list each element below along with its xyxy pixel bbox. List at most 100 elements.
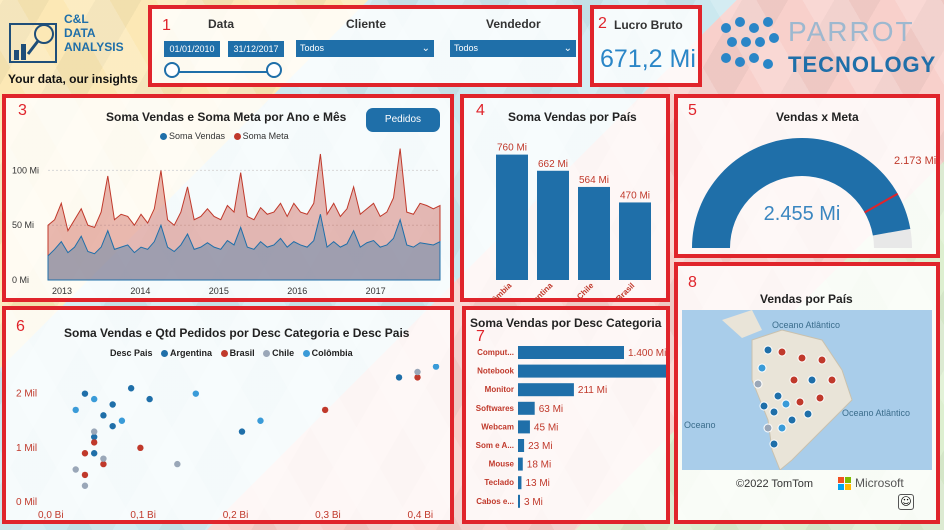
- legend-argentina: Argentina: [170, 348, 213, 358]
- analysis-icon: [9, 23, 57, 63]
- sales-goal-panel: 3 Soma Vendas e Soma Meta por Ano e Mês …: [2, 94, 454, 302]
- category-bar[interactable]: [518, 476, 522, 490]
- map-marker[interactable]: [817, 355, 827, 365]
- scatter-y-tick: 1 Mil: [16, 443, 37, 454]
- scatter-point[interactable]: [109, 422, 116, 430]
- map-marker[interactable]: [777, 347, 787, 357]
- x-tick-label: 2015: [209, 286, 229, 296]
- category-value-label: 211 Mi: [578, 385, 607, 396]
- scatter-x-tick: 0,1 Bi: [130, 510, 156, 521]
- date-slider-start-handle[interactable]: [164, 62, 180, 78]
- map-attribution: ©2022 TomTom: [736, 478, 813, 490]
- category-label: Webcam: [481, 422, 514, 431]
- scatter-point[interactable]: [118, 417, 126, 424]
- map-marker[interactable]: [763, 345, 773, 355]
- smiley-icon[interactable]: ☺: [898, 494, 914, 510]
- category-bar[interactable]: [518, 346, 624, 359]
- country-bar-label: 760 Mi: [497, 143, 527, 154]
- map-marker[interactable]: [763, 423, 773, 433]
- category-bar-chart: Comput...1.400 MiNotebook681 MiMonitor21…: [476, 346, 666, 508]
- scatter-point[interactable]: [81, 471, 89, 479]
- scatter-legend-title: Desc Pais: [110, 348, 153, 358]
- map-marker[interactable]: [759, 401, 769, 411]
- country-bar[interactable]: [578, 186, 610, 280]
- vendedor-dropdown[interactable]: Todos ⌄: [450, 40, 576, 57]
- date-start-input[interactable]: 01/01/2010: [164, 41, 220, 57]
- map-marker[interactable]: [769, 407, 779, 417]
- cliente-filter-label: Cliente: [346, 17, 387, 31]
- cliente-dropdown-value: Todos: [300, 43, 325, 53]
- map-marker[interactable]: [807, 375, 817, 385]
- map-canvas[interactable]: Oceano Atlântico Oceano Oceano Atlântico: [682, 310, 932, 470]
- x-tick-label: 2016: [287, 286, 307, 296]
- map-marker[interactable]: [777, 423, 787, 433]
- map-marker[interactable]: [795, 397, 805, 407]
- map-marker[interactable]: [815, 393, 825, 403]
- cliente-dropdown[interactable]: Todos ⌄: [296, 40, 434, 57]
- scatter-point[interactable]: [90, 450, 98, 457]
- scatter-point[interactable]: [90, 428, 98, 435]
- map-marker[interactable]: [803, 409, 813, 419]
- brand-line-2: TECNOLOGY: [788, 52, 937, 77]
- scatter-point[interactable]: [81, 450, 89, 457]
- map-marker[interactable]: [757, 363, 767, 373]
- brand-line-1: PARROT: [788, 16, 915, 47]
- country-bar[interactable]: [619, 202, 651, 280]
- country-bar[interactable]: [537, 170, 569, 280]
- category-bar[interactable]: [518, 383, 574, 397]
- map-marker[interactable]: [769, 439, 779, 449]
- scatter-chart: 0 Mil 1 Mil 2 Mil 0,0 Bi 0,1 Bi 0,2 Bi 0,3 Bi 0…: [16, 364, 440, 521]
- category-bar[interactable]: [518, 457, 523, 471]
- map-marker[interactable]: [753, 379, 763, 389]
- scatter-point[interactable]: [72, 406, 79, 414]
- country-bar-label: 470 Mi: [620, 190, 650, 201]
- gauge-target-label: 2.173 Mi: [894, 155, 936, 167]
- panel-number-4: 4: [476, 102, 485, 119]
- map-marker[interactable]: [787, 415, 797, 425]
- scatter-x-tick: 0,2 Bi: [223, 510, 249, 521]
- category-bar[interactable]: [518, 364, 666, 378]
- scatter-point[interactable]: [257, 417, 264, 424]
- country-bar[interactable]: [496, 154, 528, 280]
- map-marker[interactable]: [773, 391, 783, 401]
- scatter-point[interactable]: [90, 395, 98, 403]
- scatter-point[interactable]: [127, 385, 135, 392]
- category-bar[interactable]: [518, 494, 520, 508]
- map-marker[interactable]: [781, 399, 791, 409]
- scatter-point[interactable]: [137, 444, 144, 452]
- category-bar[interactable]: [518, 420, 530, 434]
- scatter-point[interactable]: [192, 390, 200, 397]
- category-label: Som e A...: [476, 441, 514, 450]
- scatter-point[interactable]: [100, 412, 107, 419]
- map-marker[interactable]: [789, 375, 799, 385]
- scatter-point[interactable]: [72, 466, 79, 473]
- category-value-label: 13 Mi: [525, 478, 549, 489]
- map-marker[interactable]: [797, 353, 807, 363]
- legend-dot-vendas: [160, 133, 167, 141]
- scatter-point[interactable]: [414, 368, 421, 376]
- category-value-label: 3 Mi: [524, 497, 543, 508]
- scatter-y-tick: 2 Mil: [16, 389, 37, 400]
- scatter-point[interactable]: [100, 455, 107, 462]
- scatter-point[interactable]: [81, 390, 89, 397]
- scatter-point[interactable]: [109, 401, 116, 408]
- category-bar[interactable]: [518, 401, 535, 415]
- scatter-point[interactable]: [90, 439, 98, 446]
- company-logo: C&L DATA ANALYSIS Your data, our insight…: [4, 10, 144, 92]
- pedidos-button[interactable]: Pedidos: [366, 108, 440, 132]
- scatter-point[interactable]: [395, 374, 403, 381]
- legend-brasil: Brasil: [229, 348, 255, 358]
- scatter-point[interactable]: [432, 364, 440, 370]
- scatter-point[interactable]: [238, 428, 246, 435]
- date-end-input[interactable]: 31/12/2017: [228, 41, 284, 57]
- category-bar-title: Soma Vendas por Desc Categoria: [470, 316, 662, 330]
- category-bar[interactable]: [518, 439, 525, 452]
- map-marker[interactable]: [827, 375, 837, 385]
- scatter-point[interactable]: [174, 460, 181, 468]
- scatter-point[interactable]: [146, 395, 153, 403]
- country-category-label: Argentina: [522, 281, 555, 300]
- vendedor-dropdown-value: Todos: [454, 43, 479, 53]
- scatter-point[interactable]: [81, 482, 89, 489]
- date-slider-end-handle[interactable]: [266, 62, 282, 78]
- scatter-point[interactable]: [321, 406, 329, 414]
